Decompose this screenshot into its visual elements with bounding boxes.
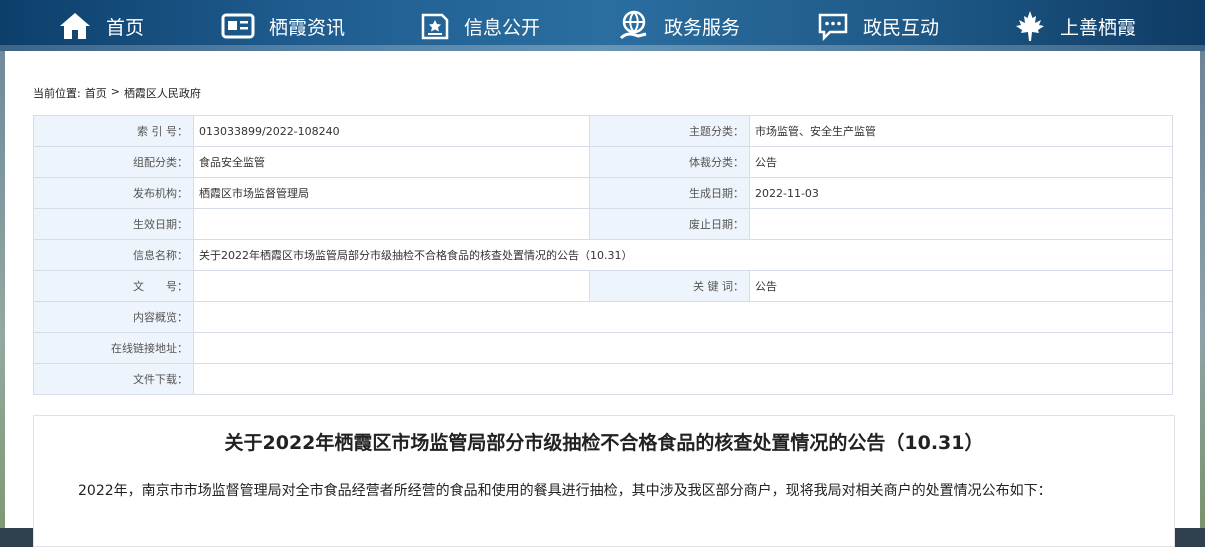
created-date-value: 2022-11-03: [749, 177, 1173, 209]
info-name-label: 信息名称：: [33, 239, 194, 271]
genre-value: 公告: [749, 146, 1173, 178]
summary-label: 内容概览：: [33, 301, 194, 333]
online-link-value[interactable]: [193, 332, 1173, 364]
file-download-label: 文件下载：: [33, 363, 194, 395]
doc-number-value: [193, 270, 590, 302]
index-value: 013033899/2022-108240: [193, 115, 590, 147]
table-row: 发布机构： 栖霞区市场监督管理局 生成日期： 2022-11-03: [33, 177, 1173, 209]
publisher-label: 发布机构：: [33, 177, 194, 209]
nav-home-label: 首页: [106, 16, 145, 39]
nav-interaction[interactable]: 政民互动: [817, 8, 939, 44]
table-row: 在线链接地址：: [33, 332, 1173, 364]
nav-shangshan-qixia[interactable]: 上善栖霞: [1014, 8, 1136, 44]
keywords-label: 关 键 词：: [589, 270, 750, 302]
breadcrumb-current-link[interactable]: 栖霞区人民政府: [124, 85, 201, 101]
org-category-label: 组配分类：: [33, 146, 194, 178]
breadcrumb-separator: >: [110, 85, 120, 98]
nav-news[interactable]: 栖霞资讯: [221, 8, 345, 44]
online-link-label: 在线链接地址：: [33, 332, 194, 364]
table-row: 文件下载：: [33, 363, 1173, 395]
expire-date-value: [749, 208, 1173, 240]
table-row: 组配分类： 食品安全监管 体裁分类： 公告: [33, 146, 1173, 178]
article-box: 关于2022年栖霞区市场监管局部分市级抽检不合格食品的核查处置情况的公告（10.…: [33, 415, 1175, 547]
article-body-paragraph: 2022年，南京市市场监督管理局对全市食品经营者所经营的食品和使用的餐具进行抽检…: [78, 483, 1052, 499]
genre-label: 体裁分类：: [589, 146, 750, 178]
effective-date-value: [193, 208, 590, 240]
article-title: 关于2022年栖霞区市场监管局部分市级抽检不合格食品的核查处置情况的公告（10.…: [224, 432, 984, 454]
topic-label: 主题分类：: [589, 115, 750, 147]
globe-hand-icon: [619, 10, 647, 40]
table-row: 内容概览：: [33, 301, 1173, 333]
nav-gov-service-label: 政务服务: [664, 16, 741, 39]
info-metadata-table: 索 引 号： 013033899/2022-108240 主题分类： 市场监管、…: [33, 115, 1173, 395]
created-date-label: 生成日期：: [589, 177, 750, 209]
nav-info-public[interactable]: 信息公开: [420, 8, 540, 44]
maple-leaf-icon: [1016, 11, 1044, 41]
breadcrumb-home-link[interactable]: 首页: [85, 85, 107, 101]
keywords-value: 公告: [749, 270, 1173, 302]
doc-number-label: 文 号：: [33, 270, 194, 302]
nav-info-public-label: 信息公开: [464, 16, 541, 39]
effective-date-label: 生效日期：: [33, 208, 194, 240]
table-row: 文 号： 关 键 词： 公告: [33, 270, 1173, 302]
table-row: 信息名称： 关于2022年栖霞区市场监管局部分市级抽检不合格食品的核查处置情况的…: [33, 239, 1173, 271]
topic-value: 市场监管、安全生产监管: [749, 115, 1173, 147]
publisher-value: 栖霞区市场监督管理局: [193, 177, 590, 209]
main-nav: 首页 栖霞资讯 信息公开 政务服务 政民互动 上善栖霞: [0, 0, 1205, 51]
summary-value: [193, 301, 1173, 333]
breadcrumb-prefix: 当前位置:: [33, 87, 81, 100]
chat-icon: [818, 13, 848, 41]
nav-gov-service[interactable]: 政务服务: [618, 8, 740, 44]
breadcrumb: 当前位置: 首页 > 栖霞区人民政府: [33, 85, 201, 101]
info-name-value: 关于2022年栖霞区市场监管局部分市级抽检不合格食品的核查处置情况的公告（10.…: [193, 239, 1173, 271]
news-icon: [221, 13, 255, 39]
nav-interaction-label: 政民互动: [863, 16, 940, 39]
nav-shangshan-qixia-label: 上善栖霞: [1060, 16, 1137, 39]
table-row: 索 引 号： 013033899/2022-108240 主题分类： 市场监管、…: [33, 115, 1173, 147]
document-icon: [421, 13, 449, 40]
expire-date-label: 废止日期：: [589, 208, 750, 240]
org-category-value: 食品安全监管: [193, 146, 590, 178]
nav-news-label: 栖霞资讯: [269, 16, 346, 39]
nav-home[interactable]: 首页: [58, 8, 144, 44]
content-panel: 当前位置: 首页 > 栖霞区人民政府 索 引 号： 013033899/2022…: [5, 51, 1200, 547]
background-right-edge: [1200, 51, 1205, 528]
home-icon: [60, 13, 90, 39]
file-download-value[interactable]: [193, 363, 1173, 395]
index-label: 索 引 号：: [33, 115, 194, 147]
table-row: 生效日期： 废止日期：: [33, 208, 1173, 240]
